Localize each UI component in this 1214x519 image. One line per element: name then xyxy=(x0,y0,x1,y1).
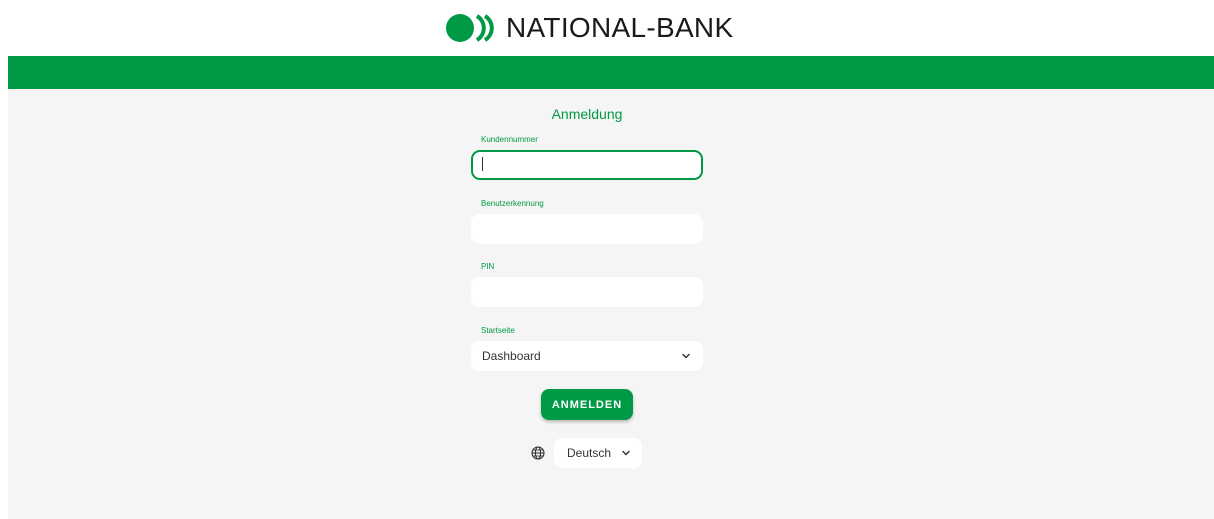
chevron-down-icon xyxy=(622,450,630,456)
language-selector-row: Deutsch xyxy=(531,438,651,468)
start-page-select[interactable]: Dashboard xyxy=(471,341,703,371)
start-page-label: Startseite xyxy=(481,326,515,335)
customer-number-label: Kundennummer xyxy=(481,135,538,144)
national-bank-logo-icon xyxy=(446,14,494,42)
start-page-value: Dashboard xyxy=(482,349,541,363)
customer-number-wrapper xyxy=(471,150,703,180)
login-button[interactable]: ANMELDEN xyxy=(541,389,633,420)
user-id-label: Benutzerkennung xyxy=(481,199,544,208)
pin-input[interactable] xyxy=(471,277,703,307)
language-select[interactable]: Deutsch xyxy=(554,438,642,468)
green-banner xyxy=(8,56,1214,89)
text-caret xyxy=(482,157,483,171)
language-value: Deutsch xyxy=(567,446,612,460)
form-title: Anmeldung xyxy=(551,106,623,122)
chevron-down-icon xyxy=(682,353,690,359)
user-id-input[interactable] xyxy=(471,214,703,244)
pin-label: PIN xyxy=(481,262,495,271)
globe-icon xyxy=(531,446,545,460)
customer-number-input[interactable] xyxy=(471,150,703,180)
brand-name: NATIONAL-BANK xyxy=(506,12,734,43)
logo[interactable]: NATIONAL-BANK xyxy=(446,10,733,46)
main-area: Anmeldung Kundennummer Benutzerkennung P… xyxy=(8,89,1214,519)
header: NATIONAL-BANK xyxy=(0,0,1214,56)
